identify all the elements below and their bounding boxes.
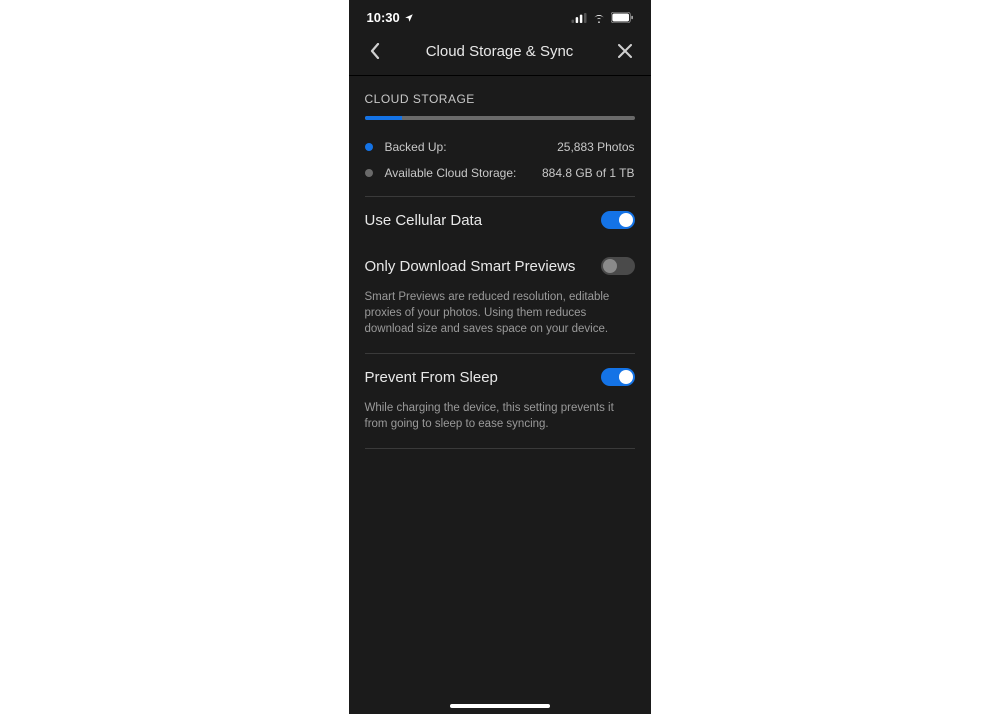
- divider: [365, 448, 635, 449]
- dot-icon: [365, 143, 373, 151]
- prevent-sleep-description: While charging the device, this setting …: [349, 400, 651, 448]
- battery-icon: [611, 12, 633, 23]
- wifi-icon: [592, 13, 606, 23]
- smart-previews-label: Only Download Smart Previews: [365, 258, 576, 275]
- backed-up-label: Backed Up:: [385, 140, 558, 154]
- backed-up-value: 25,883 Photos: [557, 140, 634, 154]
- toggle-knob: [603, 259, 617, 273]
- status-bar: 10:30: [349, 0, 651, 29]
- smart-previews-description: Smart Previews are reduced resolution, e…: [349, 289, 651, 353]
- setting-smart-previews[interactable]: Only Download Smart Previews: [349, 243, 651, 289]
- toggle-switch[interactable]: [601, 257, 635, 275]
- stat-row-available: Available Cloud Storage: 884.8 GB of 1 T…: [349, 160, 651, 186]
- home-indicator[interactable]: [450, 704, 550, 708]
- close-button[interactable]: [615, 41, 635, 61]
- section-header-cloud-storage: CLOUD STORAGE: [349, 76, 651, 116]
- toggle-knob: [619, 370, 633, 384]
- available-label: Available Cloud Storage:: [385, 166, 542, 180]
- setting-use-cellular-data[interactable]: Use Cellular Data: [349, 197, 651, 243]
- back-button[interactable]: [365, 41, 385, 61]
- location-icon: [404, 13, 414, 23]
- dot-icon: [365, 169, 373, 177]
- nav-bar: Cloud Storage & Sync: [349, 29, 651, 76]
- page-title: Cloud Storage & Sync: [385, 43, 615, 60]
- cellular-label: Use Cellular Data: [365, 212, 483, 229]
- phone-screen: 10:30: [349, 0, 651, 714]
- toggle-switch[interactable]: [601, 211, 635, 229]
- status-right: [571, 12, 633, 23]
- toggle-switch[interactable]: [601, 368, 635, 386]
- status-time: 10:30: [367, 10, 400, 25]
- available-value: 884.8 GB of 1 TB: [542, 166, 635, 180]
- prevent-sleep-label: Prevent From Sleep: [365, 369, 498, 386]
- status-left: 10:30: [367, 10, 414, 25]
- setting-prevent-sleep[interactable]: Prevent From Sleep: [349, 354, 651, 400]
- toggle-knob: [619, 213, 633, 227]
- storage-stats: Backed Up: 25,883 Photos Available Cloud…: [349, 120, 651, 196]
- cellular-signal-icon: [571, 13, 587, 23]
- stat-row-backed-up: Backed Up: 25,883 Photos: [349, 134, 651, 160]
